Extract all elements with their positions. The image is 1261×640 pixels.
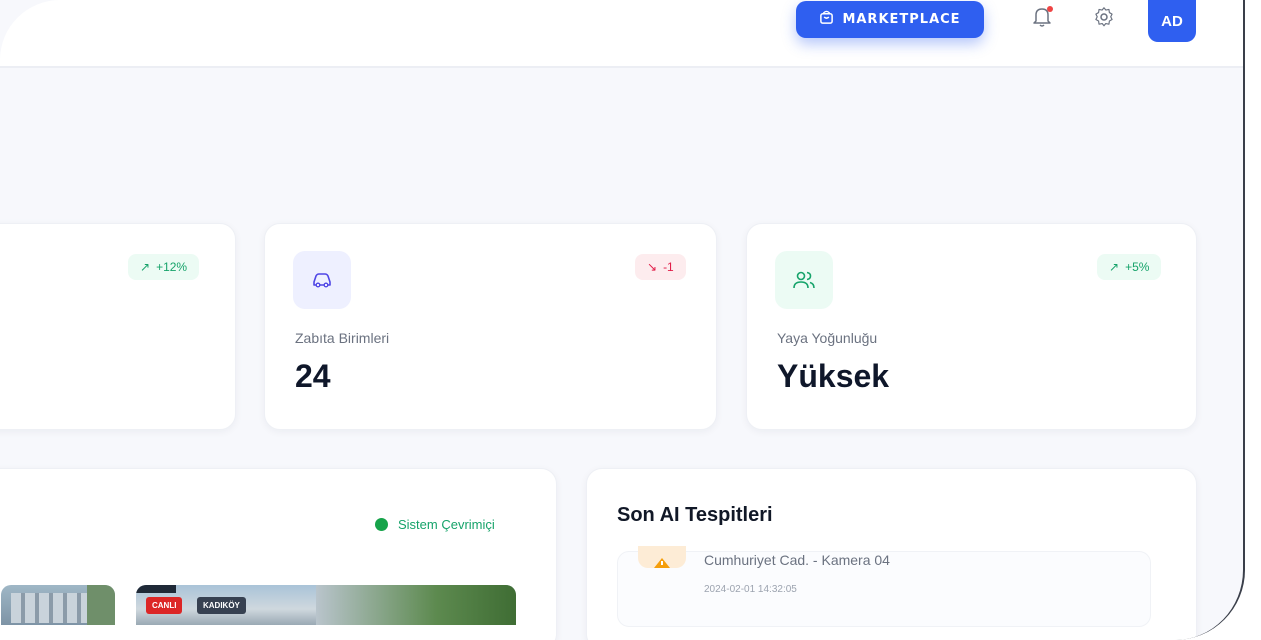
trend-badge: ↘ -1 xyxy=(635,254,686,280)
tree-image xyxy=(87,585,115,625)
detection-location: Cumhuriyet Cad. - Kamera 04 xyxy=(704,552,890,568)
gear-icon xyxy=(1093,6,1115,33)
status-dot xyxy=(375,518,388,531)
trend-down-icon: ↘ xyxy=(647,260,658,274)
stat-label: Yaya Yoğunluğu xyxy=(777,330,878,346)
building-image xyxy=(11,593,91,623)
marketplace-label: MARKETPLACE xyxy=(842,12,961,27)
location-tag: KADIKÖY xyxy=(197,597,246,614)
users-icon xyxy=(775,251,833,309)
marketplace-button[interactable]: MARKETPLACE xyxy=(796,1,984,38)
notifications-button[interactable] xyxy=(1028,5,1056,33)
settings-button[interactable] xyxy=(1090,5,1118,33)
live-tag: CANLI xyxy=(146,597,183,614)
notification-dot xyxy=(1047,6,1053,12)
trend-badge: ↗ +12% xyxy=(128,254,200,280)
camera-feeds-panel: Sistem Çevrimiçi CANLI KADIKÖY xyxy=(0,468,557,640)
trend-up-icon: ↗ xyxy=(140,260,151,274)
stat-label: Zabıta Birimleri xyxy=(295,330,390,346)
trend-badge: ↗ +5% xyxy=(1097,254,1162,280)
stat-card-1: ↗ +12% xyxy=(0,223,236,430)
app-frame: MARKETPLACE AD ↗ +12% ↘ -1 Zabıta Biriml… xyxy=(0,0,1245,640)
car-icon xyxy=(293,251,351,309)
stat-value: 24 xyxy=(295,358,331,394)
stat-card-pedestrian-density: ↗ +5% Yaya Yoğunluğu Yüksek xyxy=(746,223,1197,430)
street-image xyxy=(316,585,516,625)
camera-feed-2[interactable]: CANLI KADIKÖY xyxy=(136,585,516,625)
user-avatar[interactable]: AD xyxy=(1148,0,1196,42)
system-status-label: Sistem Çevrimiçi xyxy=(398,517,495,532)
top-bar: MARKETPLACE AD xyxy=(0,0,1243,68)
system-status: Sistem Çevrimiçi xyxy=(375,517,495,532)
ai-detections-panel: Son AI Tespitleri Cumhuriyet Cad. - Kame… xyxy=(586,468,1197,640)
stat-card-patrol-units: ↘ -1 Zabıta Birimleri 24 xyxy=(264,223,717,430)
stat-value: Yüksek xyxy=(777,358,890,394)
warning-icon xyxy=(638,546,686,568)
detection-item[interactable]: Cumhuriyet Cad. - Kamera 04 2024-02-01 1… xyxy=(617,546,1151,627)
panel-title: Son AI Tespitleri xyxy=(617,504,773,526)
shopping-bag-icon xyxy=(819,10,834,29)
detection-timestamp: 2024-02-01 14:32:05 xyxy=(704,584,797,595)
trend-up-icon: ↗ xyxy=(1109,260,1120,274)
avatar-initials: AD xyxy=(1161,12,1183,30)
camera-feed-1[interactable] xyxy=(1,585,115,625)
camera-timestamp-bar xyxy=(136,585,176,593)
